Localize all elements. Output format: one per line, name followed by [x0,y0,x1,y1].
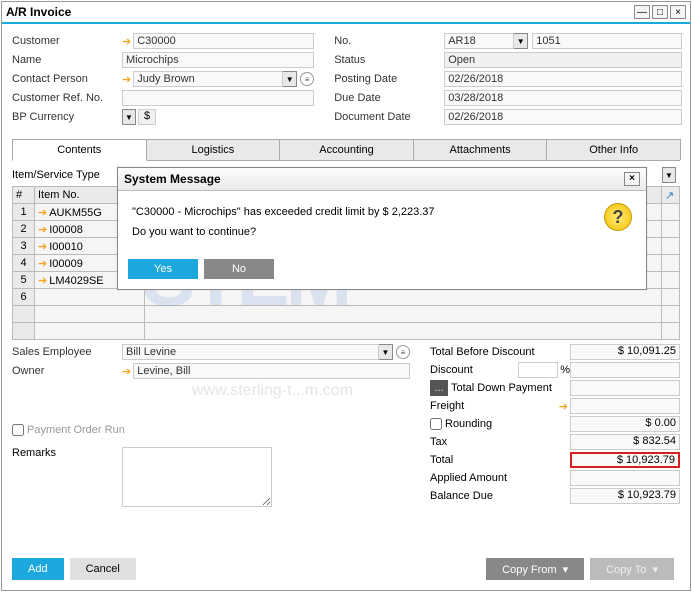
posting-label: Posting Date [334,73,444,85]
table-row-empty [13,306,680,323]
rounding-checkbox[interactable] [430,418,442,430]
tab-attachments[interactable]: Attachments [413,139,548,160]
total-before-label: Total Before Discount [430,346,570,358]
bpcurrency-dropdown[interactable]: ▼ [122,109,136,125]
downpayment-button[interactable]: … [430,380,448,396]
customer-field[interactable] [133,33,314,49]
remarks-field[interactable] [122,447,272,507]
tax-value: $ 832.54 [570,434,680,450]
rounding-label: Rounding [445,418,570,430]
link-arrow-icon: ➔ [38,207,47,219]
tab-accounting[interactable]: Accounting [279,139,414,160]
add-button[interactable]: Add [12,558,64,580]
salesemp-field[interactable] [122,344,379,360]
link-arrow-icon[interactable]: ➔ [122,73,131,86]
bpcurrency-label: BP Currency [12,111,122,123]
doc-date-field[interactable] [444,109,682,125]
no-button[interactable]: No [204,259,274,279]
freight-label: Freight [430,400,559,412]
yes-button[interactable]: Yes [128,259,198,279]
dialog-message-2: Do you want to continue? [132,223,604,243]
table-row-empty [13,323,680,340]
payment-order-checkbox[interactable] [12,424,24,436]
titlebar: A/R Invoice — □ × [2,2,690,24]
status-label: Status [334,54,444,66]
tab-contents[interactable]: Contents [12,139,147,161]
link-arrow-icon[interactable]: ➔ [559,400,568,413]
table-row[interactable]: 6 [13,289,680,306]
salesemp-detail-icon[interactable]: ≡ [396,345,410,359]
tab-logistics[interactable]: Logistics [146,139,281,160]
maximize-button[interactable]: □ [652,5,668,19]
link-arrow-icon: ➔ [38,224,47,236]
refno-label: Customer Ref. No. [12,92,122,104]
remarks-label: Remarks [12,447,122,507]
dialog-message-1: "C30000 - Microchips" has exceeded credi… [132,203,604,223]
salesemp-label: Sales Employee [12,346,122,358]
total-label: Total [430,454,570,466]
link-arrow-icon[interactable]: ➔ [122,35,131,48]
item-type-label: Item/Service Type [12,169,100,181]
system-message-dialog: System Message × "C30000 - Microchips" h… [117,167,647,290]
contact-detail-icon[interactable]: ≡ [300,72,314,86]
posting-date-field[interactable] [444,71,682,87]
owner-field[interactable] [133,363,410,379]
applied-label: Applied Amount [430,472,570,484]
status-field [444,52,682,68]
applied-value [570,470,680,486]
series-field[interactable] [444,33,514,49]
close-button[interactable]: × [670,5,686,19]
copy-from-button[interactable]: Copy From ▾ [486,558,584,580]
docnum-field[interactable] [532,33,682,49]
cancel-button[interactable]: Cancel [70,558,136,580]
owner-label: Owner [12,365,122,377]
salesemp-dropdown[interactable]: ▼ [379,344,393,360]
name-label: Name [12,54,122,66]
dialog-title: System Message [124,172,624,186]
series-dropdown[interactable]: ▼ [514,33,528,49]
link-arrow-icon: ➔ [38,241,47,253]
docdate-label: Document Date [334,111,444,123]
minimize-button[interactable]: — [634,5,650,19]
copy-to-button[interactable]: Copy To ▾ [590,558,674,580]
window: A/R Invoice — □ × Customer ➔ Name [1,1,691,591]
balance-label: Balance Due [430,490,570,502]
no-label: No. [334,35,444,47]
tax-label: Tax [430,436,570,448]
link-arrow-icon[interactable]: ➔ [122,365,131,378]
payment-order-label: Payment Order Run [27,424,137,436]
name-field[interactable] [122,52,314,68]
total-before-value: $ 10,091.25 [570,344,680,360]
window-title: A/R Invoice [6,5,634,19]
link-arrow-icon: ➔ [38,258,47,270]
due-date-field[interactable] [444,90,682,106]
total-value: $ 10,923.79 [570,452,680,468]
downpayment-label: Total Down Payment [451,382,570,394]
dialog-close-button[interactable]: × [624,172,640,186]
question-icon: ? [604,203,632,231]
discount-pct-field[interactable] [518,362,558,378]
customer-label: Customer [12,35,122,47]
currency-symbol: $ [138,109,156,125]
tab-bar: Contents Logistics Accounting Attachment… [12,139,680,161]
contact-dropdown[interactable]: ▼ [283,71,297,87]
downpayment-value [570,380,680,396]
contact-label: Contact Person [12,73,122,85]
discount-value [570,362,680,378]
link-arrow-icon: ➔ [38,275,47,287]
contact-field[interactable] [133,71,283,87]
rounding-value: $ 0.00 [570,416,680,432]
due-label: Due Date [334,92,444,104]
balance-value: $ 10,923.79 [570,488,680,504]
refno-field[interactable] [122,90,314,106]
freight-value [570,398,680,414]
grid-settings-dropdown[interactable]: ▼ [662,167,676,183]
col-rownum: # [13,187,35,204]
discount-label: Discount [430,364,518,376]
tab-other-info[interactable]: Other Info [546,139,681,160]
expand-icon[interactable]: ↗ [662,187,680,204]
